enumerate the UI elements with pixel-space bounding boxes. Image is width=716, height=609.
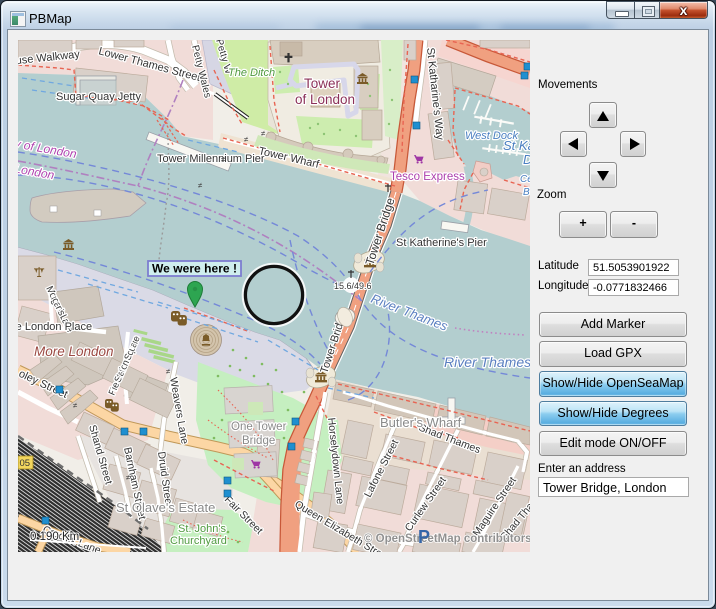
- svg-text:St Olave's Estate: St Olave's Estate: [116, 500, 215, 515]
- svg-text:D: D: [523, 152, 530, 167]
- svg-text:River Thames: River Thames: [444, 354, 530, 370]
- svg-text:Bridge: Bridge: [242, 435, 275, 447]
- svg-text:0 190 Km: 0 190 Km: [30, 531, 79, 543]
- svg-text:≠: ≠: [261, 129, 266, 138]
- svg-text:≠: ≠: [73, 401, 78, 410]
- svg-text:The Ditch: The Ditch: [228, 67, 275, 79]
- svg-text:Tower: Tower: [304, 76, 341, 91]
- svg-text:05: 05: [20, 458, 31, 469]
- svg-text:One Tower: One Tower: [231, 421, 287, 433]
- svg-text:More London: More London: [34, 344, 114, 359]
- svg-text:Bo: Bo: [523, 187, 530, 198]
- svg-text:Churchyard: Churchyard: [170, 535, 227, 547]
- svg-text:P: P: [418, 527, 430, 547]
- svg-text:Tower Millennium Pier: Tower Millennium Pier: [157, 153, 265, 165]
- svg-text:≠: ≠: [244, 135, 249, 144]
- svg-text:re London Place: re London Place: [18, 321, 92, 333]
- svg-text:15.6/49.6: 15.6/49.6: [334, 281, 372, 291]
- svg-text:St Katherine's Pier: St Katherine's Pier: [396, 237, 487, 249]
- svg-text:Ce: Ce: [520, 174, 530, 185]
- svg-text:≠: ≠: [126, 473, 131, 482]
- svg-text:Sugar Quay Jetty: Sugar Quay Jetty: [56, 91, 141, 103]
- svg-text:We were here !: We were here !: [152, 262, 237, 276]
- svg-text:of London: of London: [295, 92, 355, 107]
- svg-text:≠: ≠: [198, 181, 203, 190]
- svg-text:St Ka: St Ka: [503, 138, 530, 153]
- svg-text:St. John's: St. John's: [178, 523, 226, 535]
- svg-text:≠: ≠: [166, 367, 171, 376]
- svg-text:≠: ≠: [221, 155, 226, 164]
- svg-text:Butler's Wharf: Butler's Wharf: [380, 415, 462, 430]
- svg-text:© OpenStreetMap contributors: © OpenStreetMap contributors: [364, 533, 530, 545]
- svg-text:Tesco Express: Tesco Express: [390, 171, 465, 183]
